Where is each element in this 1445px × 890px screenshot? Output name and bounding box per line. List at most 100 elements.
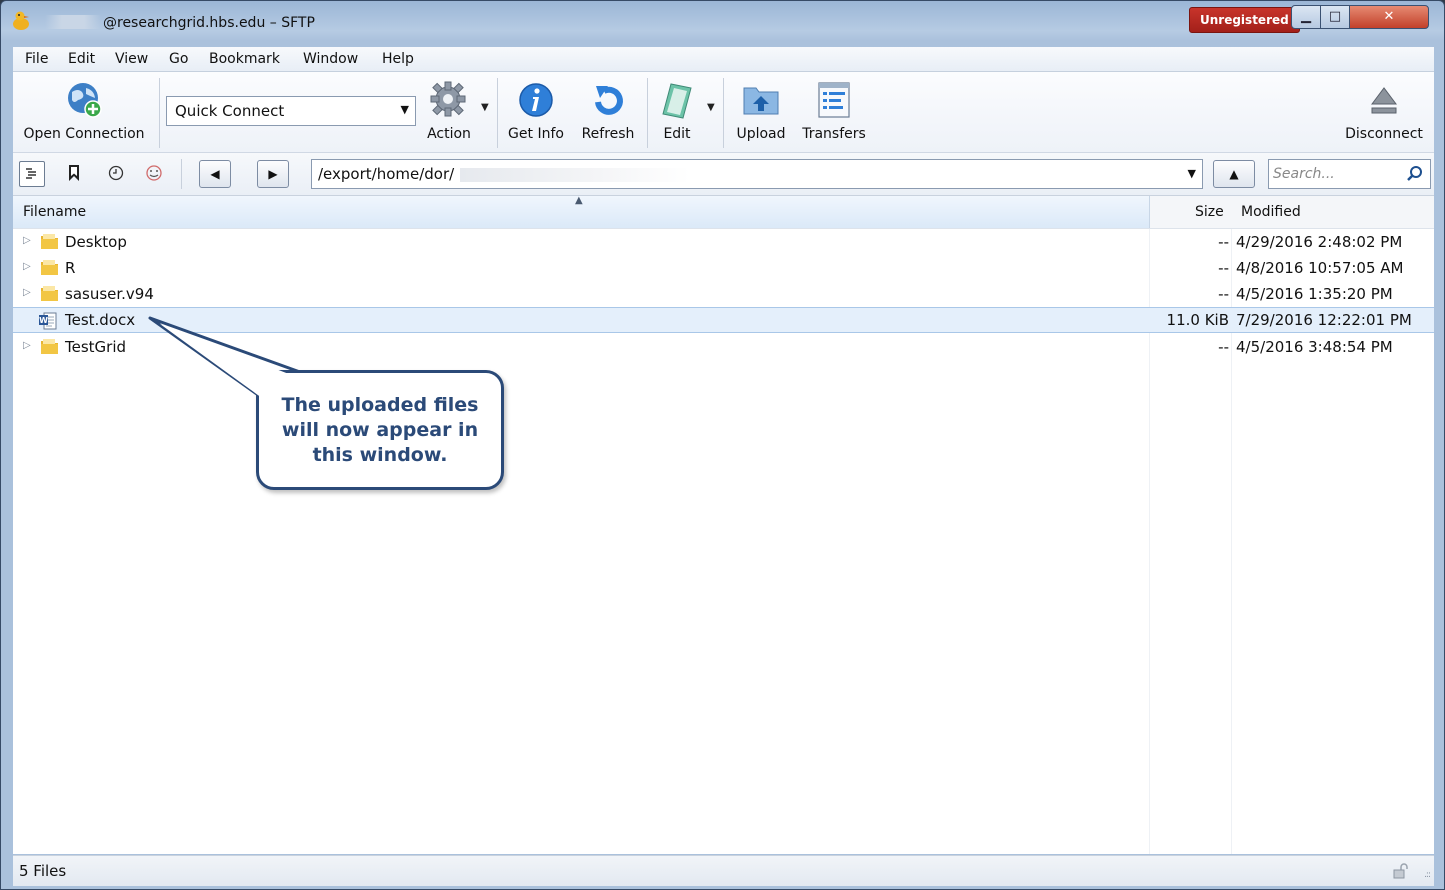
menu-bar: File Edit View Go Bookmark Window Help: [13, 47, 1434, 72]
transfers-label: Transfers: [802, 126, 866, 142]
cyberduck-app-icon: [13, 11, 29, 30]
expand-triangle-icon[interactable]: ▷: [23, 340, 31, 351]
callout-line: will now appear in: [281, 419, 479, 441]
file-row-test-docx[interactable]: W Test.docx 11.0 KiB 7/29/2016 12:22:01 …: [13, 307, 1434, 333]
redacted-path-segment: [460, 168, 690, 182]
bonjour-icon: [146, 165, 162, 181]
title-bar[interactable]: @researchgrid.hbs.edu – SFTP Unregistere…: [1, 1, 1444, 41]
file-row-desktop[interactable]: ▷ Desktop -- 4/29/2016 2:48:02 PM: [13, 229, 1434, 255]
window-title-text: @researchgrid.hbs.edu – SFTP: [103, 15, 315, 31]
chevron-down-icon: ▼: [1187, 167, 1196, 180]
close-button[interactable]: ✕: [1349, 5, 1429, 29]
quick-connect-dropdown[interactable]: Quick Connect ▼: [166, 96, 416, 126]
forward-arrow-icon: ▶: [268, 167, 278, 181]
menu-help[interactable]: Help: [382, 51, 414, 67]
file-row-r[interactable]: ▷ R -- 4/8/2016 10:57:05 AM: [13, 255, 1434, 281]
annotation-callout: The uploaded files will now appear in th…: [256, 370, 504, 490]
chevron-down-icon: ▼: [707, 102, 715, 113]
back-button[interactable]: ◀: [199, 160, 231, 188]
unregistered-badge[interactable]: Unregistered: [1189, 7, 1300, 33]
chevron-down-icon: ▼: [481, 102, 489, 113]
eject-icon: [1371, 87, 1397, 114]
open-connection-label: Open Connection: [23, 126, 145, 142]
menu-file[interactable]: File: [25, 51, 48, 67]
toolbar-separator: [647, 78, 648, 148]
upload-button[interactable]: Upload: [731, 72, 791, 152]
sort-ascending-icon: ▲: [575, 195, 583, 206]
menu-edit[interactable]: Edit: [68, 51, 95, 67]
unlocked-padlock-icon[interactable]: [1392, 863, 1408, 879]
navigation-bar: ◀ ▶ /export/home/dor/ ▼ ▲ Search...: [13, 153, 1434, 196]
toolbar-separator: [497, 78, 498, 148]
folder-icon: [41, 234, 58, 249]
search-input[interactable]: Search...: [1268, 159, 1431, 189]
expand-triangle-icon[interactable]: ▷: [23, 235, 31, 246]
maximize-button[interactable]: □: [1320, 5, 1350, 29]
get-info-button[interactable]: Get Info: [505, 72, 567, 152]
column-header: Filename ▲ Size Modified: [13, 195, 1434, 229]
svg-text:W: W: [39, 316, 48, 325]
history-toggle[interactable]: [103, 161, 129, 187]
menu-window[interactable]: Window: [303, 51, 358, 67]
file-browser[interactable]: Filename ▲ Size Modified ▷ Desktop -- 4/…: [13, 195, 1434, 854]
upload-label: Upload: [736, 126, 786, 142]
action-label: Action: [427, 126, 471, 142]
info-icon: [519, 83, 553, 117]
current-path: /export/home/dor/: [318, 165, 455, 183]
folder-icon: [41, 286, 58, 301]
file-size: --: [1218, 338, 1229, 356]
outline-view-icon: [26, 168, 36, 179]
toolbar-separator: [181, 159, 182, 189]
status-bar: 5 Files .::: [13, 855, 1434, 886]
file-size: --: [1218, 233, 1229, 251]
filename-column-header[interactable]: Filename ▲: [13, 195, 1150, 228]
file-row-sasuser[interactable]: ▷ sasuser.v94 -- 4/5/2016 1:35:20 PM: [13, 281, 1434, 307]
disconnect-label: Disconnect: [1345, 126, 1423, 142]
callout-line: The uploaded files: [281, 394, 479, 416]
bookmarks-toggle[interactable]: [61, 161, 87, 187]
word-document-icon: W: [39, 312, 57, 330]
modified-column-header[interactable]: Modified: [1241, 204, 1301, 220]
window-title: @researchgrid.hbs.edu – SFTP: [45, 15, 315, 31]
expand-triangle-icon[interactable]: ▷: [23, 287, 31, 298]
file-row-testgrid[interactable]: ▷ TestGrid -- 4/5/2016 3:48:54 PM: [13, 334, 1434, 360]
file-modified: 4/8/2016 10:57:05 AM: [1236, 259, 1404, 277]
edit-button[interactable]: ▼ Edit: [653, 72, 715, 152]
disconnect-button[interactable]: Disconnect: [1339, 72, 1429, 152]
maximize-icon: □: [1328, 9, 1342, 24]
toolbar-separator: [159, 78, 160, 148]
action-button[interactable]: ▼ Action: [421, 72, 489, 152]
browser-view-toggle[interactable]: [19, 161, 45, 187]
size-column-header[interactable]: Size: [1195, 204, 1224, 220]
path-dropdown[interactable]: /export/home/dor/ ▼: [311, 159, 1203, 189]
bonjour-toggle[interactable]: [141, 161, 167, 187]
toolbar-separator: [723, 78, 724, 148]
callout-text: The uploaded files will now appear in th…: [259, 393, 501, 468]
toolbar: Open Connection Quick Connect ▼ ▼ Action…: [13, 72, 1434, 153]
gear-icon: [430, 81, 466, 117]
redacted-username: [45, 15, 101, 29]
bookmark-icon: [69, 165, 79, 181]
close-icon: ✕: [1383, 9, 1395, 24]
resize-grip-icon[interactable]: .::: [1424, 870, 1431, 880]
search-icon: [1407, 166, 1422, 181]
clock-icon: [108, 165, 124, 181]
expand-triangle-icon[interactable]: ▷: [23, 261, 31, 272]
open-connection-button[interactable]: Open Connection: [13, 72, 155, 152]
parent-directory-button[interactable]: ▲: [1213, 160, 1255, 188]
menu-go[interactable]: Go: [169, 51, 188, 67]
globe-add-icon: [68, 83, 102, 118]
file-count: 5 Files: [19, 862, 67, 880]
transfers-button[interactable]: Transfers: [799, 72, 869, 152]
forward-button[interactable]: ▶: [257, 160, 289, 188]
minimize-button[interactable]: ▁: [1291, 5, 1321, 29]
notepad-icon: [662, 83, 692, 119]
up-arrow-icon: ▲: [1229, 167, 1239, 181]
file-modified: 4/29/2016 2:48:02 PM: [1236, 233, 1403, 251]
menu-view[interactable]: View: [115, 51, 148, 67]
sftp-window: @researchgrid.hbs.edu – SFTP Unregistere…: [0, 0, 1445, 890]
menu-bookmark[interactable]: Bookmark: [209, 51, 280, 67]
refresh-button[interactable]: Refresh: [577, 72, 639, 152]
filename-header-label: Filename: [23, 204, 87, 220]
get-info-label: Get Info: [508, 126, 564, 142]
